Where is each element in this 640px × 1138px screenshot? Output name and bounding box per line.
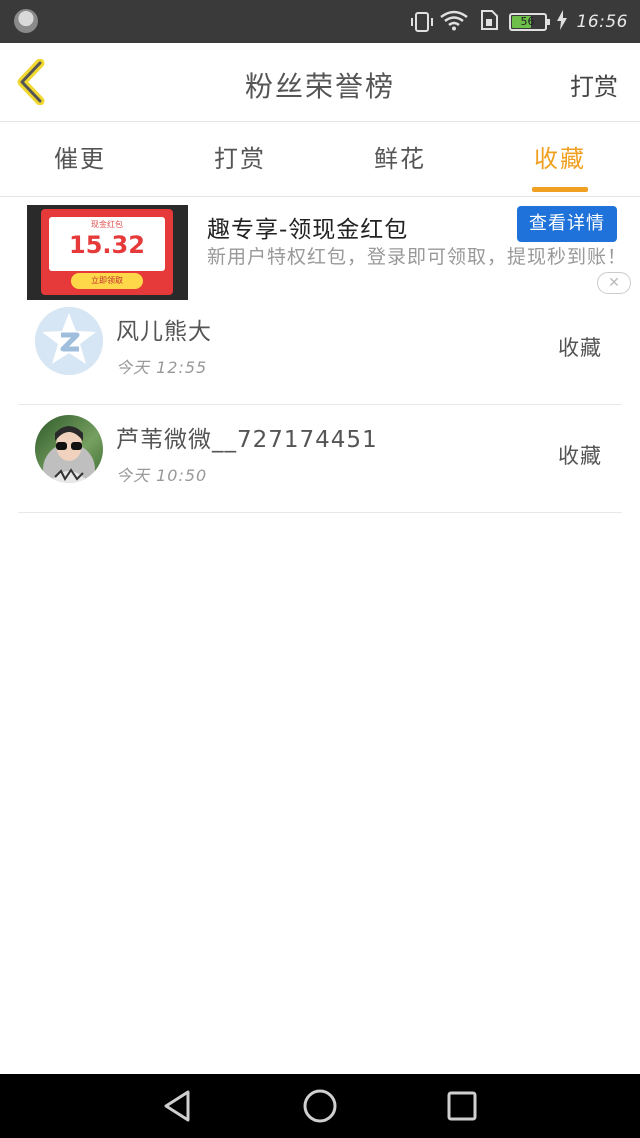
status-bar: 56 16:56 [0, 0, 640, 43]
person-photo-icon [49, 426, 89, 483]
wifi-icon [439, 9, 469, 35]
red-envelope-inner: 现金红包 15.32 [49, 217, 165, 271]
square-recents-icon [447, 1091, 477, 1121]
battery-icon: 56 [508, 12, 550, 31]
qq-star-icon [35, 307, 103, 375]
list-item[interactable]: 风儿熊大 今天 12:55 收藏 [18, 296, 622, 405]
action-label: 收藏 [558, 336, 602, 360]
ad-description[interactable]: 新用户特权红包，登录即可领取，提现秒到账！ [207, 244, 627, 271]
red-envelope-graphic: 现金红包 15.32 立即领取 [41, 209, 173, 295]
status-right-group: 56 16:56 [410, 0, 629, 43]
tab-reward[interactable]: 打赏 [160, 122, 320, 196]
user-name: 风儿熊大 [116, 319, 212, 345]
tab-label: 催更 [54, 145, 106, 173]
ad-title[interactable]: 趣专享-领现金红包 [207, 210, 408, 244]
system-nav-bar [0, 1074, 640, 1138]
nav-recents-button[interactable] [444, 1088, 480, 1124]
ad-image-amount: 15.32 [69, 231, 145, 259]
tab-bar: 催更 打赏 鲜花 收藏 [0, 122, 640, 197]
qq-default-avatar[interactable] [35, 307, 103, 375]
reward-button[interactable]: 打赏 [570, 67, 618, 102]
tab-flowers[interactable]: 鲜花 [320, 122, 480, 196]
header-bar: 粉丝荣誉榜 打赏 [0, 43, 640, 122]
sim-card-icon [479, 9, 499, 35]
vibrate-icon [410, 11, 433, 32]
user-name: 芦苇微微__727174451 [116, 427, 378, 453]
status-avatar-icon [14, 9, 38, 33]
ad-banner[interactable]: 现金红包 15.32 立即领取 趣专享-领现金红包 新用户特权红包，登录即可领取… [0, 198, 640, 302]
tab-label: 鲜花 [374, 145, 426, 173]
list-item[interactable]: 芦苇微微__727174451 今天 10:50 收藏 [18, 404, 622, 513]
status-time: 16:56 [576, 11, 628, 32]
tab-urge[interactable]: 催更 [0, 122, 160, 196]
user-photo-avatar[interactable] [35, 415, 103, 483]
tab-active-indicator [532, 187, 588, 192]
ad-details-button[interactable]: 查看详情 [517, 206, 617, 242]
tab-favorites[interactable]: 收藏 [480, 122, 640, 196]
triangle-back-icon [164, 1090, 190, 1122]
tab-label: 收藏 [534, 145, 586, 173]
ad-image-button: 立即领取 [71, 273, 143, 289]
action-label: 收藏 [558, 444, 602, 468]
nav-back-button[interactable] [160, 1088, 196, 1124]
tab-label: 打赏 [214, 145, 266, 173]
page-title: 粉丝荣誉榜 [244, 70, 395, 103]
ad-image-caption: 现金红包 [91, 220, 123, 229]
charging-icon [556, 9, 567, 34]
close-icon[interactable]: ✕ [597, 272, 631, 294]
user-time: 今天 12:55 [116, 358, 208, 377]
nav-home-button[interactable] [302, 1088, 338, 1124]
ad-image[interactable]: 现金红包 15.32 立即领取 [27, 205, 188, 300]
user-time: 今天 10:50 [116, 466, 208, 485]
circle-home-icon [303, 1089, 337, 1123]
battery-percent: 56 [520, 14, 535, 28]
